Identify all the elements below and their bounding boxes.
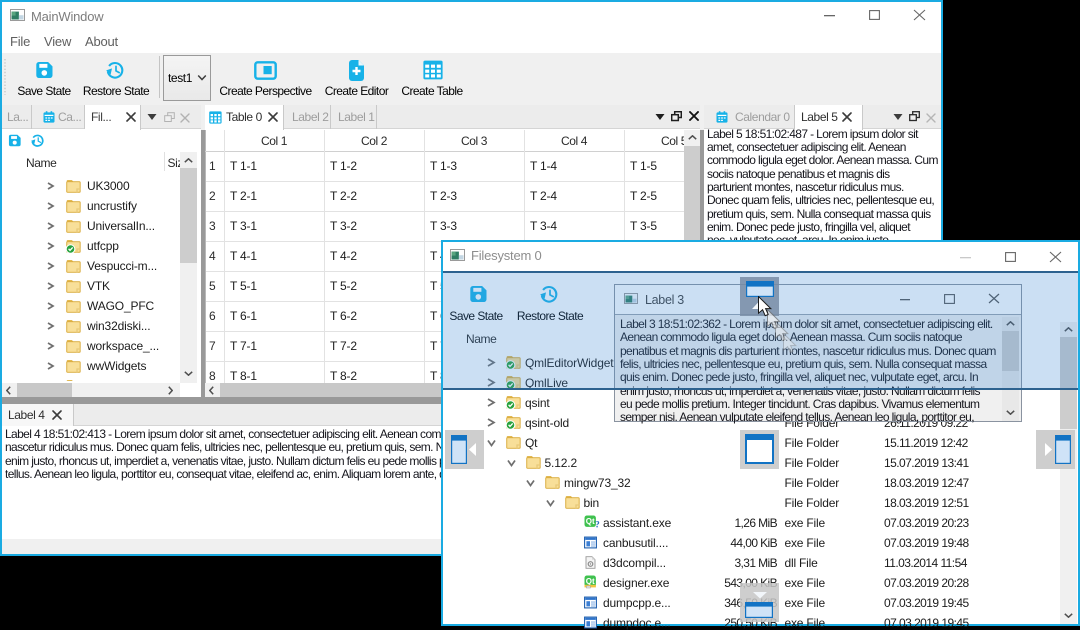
svg-text:Qt: Qt bbox=[586, 517, 595, 526]
svg-text:?: ? bbox=[595, 521, 600, 529]
